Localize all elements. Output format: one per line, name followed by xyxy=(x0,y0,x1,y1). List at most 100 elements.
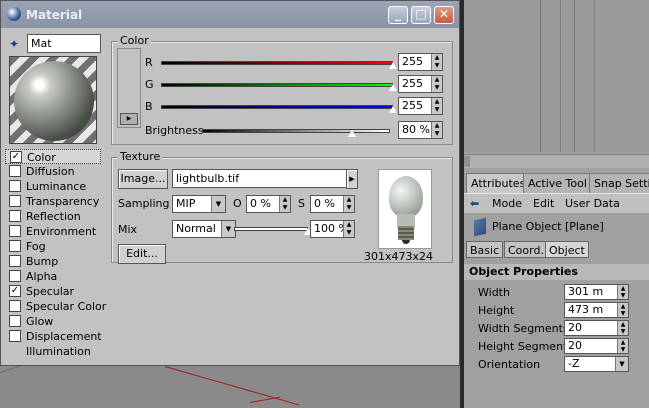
channel-label: Luminance xyxy=(26,180,87,193)
color-swatch[interactable]: ▶ xyxy=(117,48,141,128)
chevron-down-icon[interactable]: ▼ xyxy=(211,196,225,212)
menu-user-data[interactable]: User Data xyxy=(565,197,620,210)
spinner-icon[interactable]: ▲ ▼ xyxy=(343,196,354,212)
3d-viewport[interactable] xyxy=(0,366,462,408)
channel-item[interactable]: Environment xyxy=(5,224,101,239)
spinner-icon[interactable]: ▲ ▼ xyxy=(617,339,628,353)
green-value-field[interactable]: 255 ▲ ▼ xyxy=(398,75,443,93)
channel-item[interactable]: Transparency xyxy=(5,194,101,209)
material-preview[interactable] xyxy=(9,56,97,144)
channel-item[interactable]: ✓ Color xyxy=(5,149,101,164)
window-titlebar[interactable]: Material _ □ ✕ xyxy=(1,1,459,28)
subtab-basic[interactable]: Basic xyxy=(466,241,504,258)
image-button[interactable]: Image... xyxy=(118,169,168,189)
channel-item[interactable]: Diffusion xyxy=(5,164,101,179)
width-segments-field[interactable]: 20 ▲ ▼ xyxy=(564,320,629,336)
scale-field[interactable]: 0 % ▲ ▼ xyxy=(310,195,355,213)
channel-checkbox[interactable] xyxy=(9,330,21,342)
mix-slider[interactable] xyxy=(234,227,308,231)
channel-item[interactable]: Alpha xyxy=(5,269,101,284)
channel-label: Reflection xyxy=(26,210,81,223)
orientation-dropdown[interactable]: -Z ▼ xyxy=(564,356,629,372)
minimize-button[interactable]: _ xyxy=(388,6,408,24)
expand-arrow-icon[interactable]: ▶ xyxy=(120,113,138,125)
red-slider-handle[interactable] xyxy=(389,62,397,69)
brightness-value-field[interactable]: 80 % ▲ ▼ xyxy=(398,121,443,139)
spinner-icon[interactable]: ▲ ▼ xyxy=(279,196,290,212)
green-slider[interactable] xyxy=(161,83,393,87)
blue-value-field[interactable]: 255 ▲ ▼ xyxy=(398,97,443,115)
width-field[interactable]: 301 m ▲ ▼ xyxy=(564,284,629,300)
menu-edit[interactable]: Edit xyxy=(533,197,554,210)
edit-button[interactable]: Edit... xyxy=(118,244,166,264)
spinner-icon[interactable]: ▲ ▼ xyxy=(431,76,442,92)
spinner-icon[interactable]: ▲ ▼ xyxy=(431,98,442,114)
brightness-slider[interactable] xyxy=(202,129,390,133)
column-divider xyxy=(574,0,575,152)
channel-checkbox[interactable] xyxy=(9,195,21,207)
brightness-label: Brightness xyxy=(145,124,204,137)
channel-item[interactable]: Bump xyxy=(5,254,101,269)
channel-item[interactable]: Luminance xyxy=(5,179,101,194)
spinner-icon[interactable]: ▲ ▼ xyxy=(431,122,442,138)
spinner-icon[interactable]: ▲ ▼ xyxy=(617,303,628,317)
texture-thumbnail[interactable] xyxy=(378,169,432,249)
material-name-field[interactable]: Mat xyxy=(27,34,101,53)
chevron-down-icon[interactable]: ▼ xyxy=(615,357,628,371)
channel-item[interactable]: Fog xyxy=(5,239,101,254)
horizontal-scrollbar[interactable] xyxy=(464,154,649,168)
mix-mode-dropdown[interactable]: Normal ▼ xyxy=(172,220,236,238)
blue-slider[interactable] xyxy=(161,105,393,109)
pick-icon[interactable]: ✦ xyxy=(9,37,23,51)
red-slider[interactable] xyxy=(161,61,393,65)
channel-checkbox[interactable] xyxy=(9,270,21,282)
height-segments-field[interactable]: 20 ▲ ▼ xyxy=(564,338,629,354)
channel-checkbox[interactable] xyxy=(9,165,21,177)
channel-checkbox[interactable] xyxy=(9,210,21,222)
maximize-button[interactable]: □ xyxy=(411,6,431,24)
tab-snap-setting[interactable]: Snap Setting xyxy=(589,173,649,193)
spinner-icon[interactable]: ▲ ▼ xyxy=(343,221,354,237)
subtab-coord[interactable]: Coord. xyxy=(504,241,548,258)
channel-item[interactable]: Specular Color xyxy=(5,299,106,314)
panel-divider xyxy=(460,0,464,408)
red-slider-row: R xyxy=(145,54,397,72)
height-field[interactable]: 473 m ▲ ▼ xyxy=(564,302,629,318)
channel-item[interactable]: Glow xyxy=(5,314,101,329)
blue-slider-handle[interactable] xyxy=(389,106,397,113)
channel-checkbox[interactable] xyxy=(9,240,21,252)
tab-active-tool[interactable]: Active Tool xyxy=(523,173,592,193)
spinner-icon[interactable]: ▲ ▼ xyxy=(617,285,628,299)
channel-checkbox[interactable] xyxy=(9,300,21,312)
channel-checkbox[interactable] xyxy=(9,225,21,237)
attributes-manager: Attributes Active Tool Snap Setting ⬅ Mo… xyxy=(464,0,649,408)
play-arrow-icon[interactable]: ▸ xyxy=(346,169,358,189)
channel-item[interactable]: Illumination xyxy=(5,344,101,359)
red-value-field[interactable]: 255 ▲ ▼ xyxy=(398,53,443,71)
back-arrow-icon[interactable]: ⬅ xyxy=(470,197,479,210)
channel-checkbox[interactable] xyxy=(9,255,21,267)
brightness-slider-handle[interactable] xyxy=(348,130,357,137)
scroll-thumb[interactable] xyxy=(464,156,470,167)
sampling-dropdown[interactable]: MIP ▼ xyxy=(172,195,226,213)
channel-item[interactable]: Reflection xyxy=(5,209,101,224)
channel-checkbox[interactable]: ✓ xyxy=(9,285,21,297)
channel-checkbox[interactable] xyxy=(9,315,21,327)
scale-label: S xyxy=(298,197,305,210)
channel-checkbox[interactable] xyxy=(9,180,21,192)
menu-mode[interactable]: Mode xyxy=(492,197,522,210)
spinner-icon[interactable]: ▲ ▼ xyxy=(431,54,442,70)
prop-height: Height 473 m ▲ ▼ xyxy=(464,302,649,320)
channel-item[interactable]: ✓ Specular xyxy=(5,284,101,299)
mix-amount-field[interactable]: 100 % ▲ ▼ xyxy=(310,220,355,238)
lightbulb-tip xyxy=(402,240,410,244)
tab-attributes[interactable]: Attributes xyxy=(466,173,531,193)
subtab-object[interactable]: Object xyxy=(545,241,589,258)
channel-checkbox[interactable]: ✓ xyxy=(10,151,22,163)
texture-filename-field[interactable]: lightbulb.tif xyxy=(172,169,348,188)
offset-field[interactable]: 0 % ▲ ▼ xyxy=(246,195,291,213)
spinner-icon[interactable]: ▲ ▼ xyxy=(617,321,628,335)
channel-item[interactable]: Displacement xyxy=(5,329,102,344)
green-slider-handle[interactable] xyxy=(389,84,397,91)
close-button[interactable]: ✕ xyxy=(434,6,454,24)
